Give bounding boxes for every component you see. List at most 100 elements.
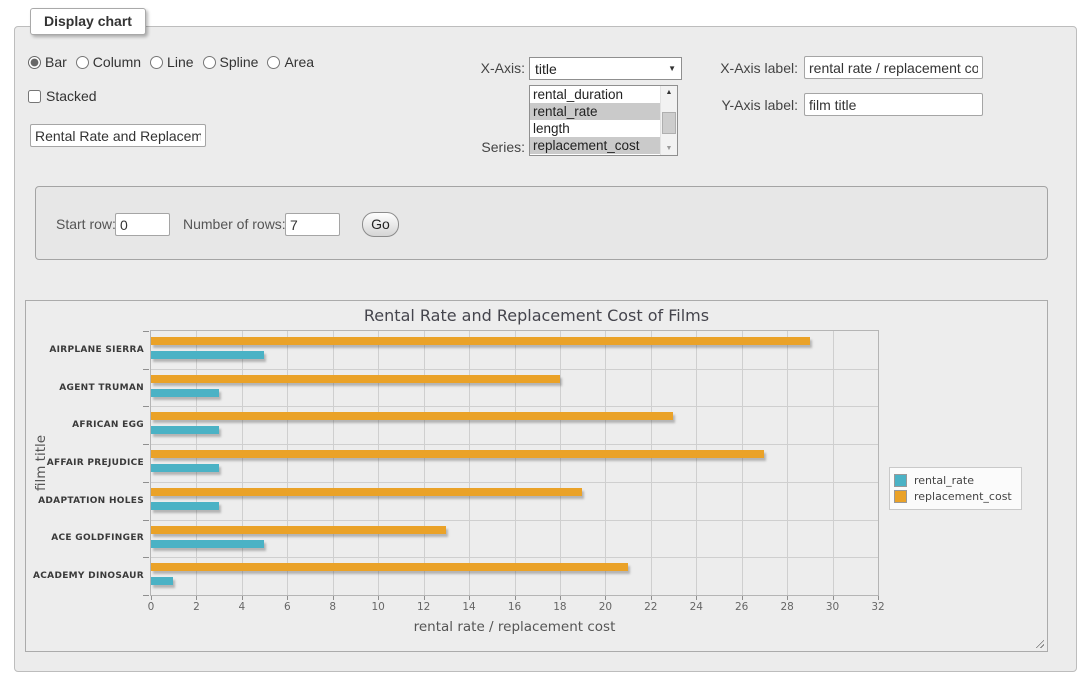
gridline-h: [151, 520, 878, 521]
x-tick-mark: [651, 596, 652, 600]
go-button[interactable]: Go: [362, 212, 399, 237]
x-tick-label: 24: [681, 601, 711, 613]
series-option-rental_duration[interactable]: rental_duration: [530, 86, 660, 103]
radio-column[interactable]: [76, 56, 89, 69]
x-tick-mark: [242, 596, 243, 600]
x-tick-label: 26: [727, 601, 757, 613]
legend-label: replacement_cost: [914, 490, 1012, 503]
series-select-label: Series:: [430, 139, 525, 155]
bar-replacement_cost: [151, 375, 560, 383]
stacked-label: Stacked: [46, 88, 97, 104]
bar-replacement_cost: [151, 412, 673, 420]
gridline-h: [151, 557, 878, 558]
series-option-replacement_cost[interactable]: replacement_cost: [530, 137, 660, 154]
series-option-length[interactable]: length: [530, 120, 660, 137]
radio-area[interactable]: [267, 56, 280, 69]
bar-replacement_cost: [151, 563, 628, 571]
bar-rental_rate: [151, 464, 219, 472]
chart-type-radiogroup: Bar Column Line Spline Area: [28, 54, 314, 70]
scrollbar-thumb[interactable]: [662, 112, 676, 134]
x-tick-label: 6: [272, 601, 302, 613]
radio-label: Area: [284, 54, 314, 70]
y-category-label: AFFAIR PREJUDICE: [26, 458, 144, 468]
legend-label: rental_rate: [914, 474, 974, 487]
radio-line[interactable]: [150, 56, 163, 69]
bar-rental_rate: [151, 426, 219, 434]
chart-type-option-line[interactable]: Line: [150, 54, 193, 70]
fieldset-legend: Display chart: [30, 8, 146, 35]
gridline-v: [333, 331, 334, 595]
y-axis-label-input[interactable]: [804, 93, 983, 116]
radio-bar[interactable]: [28, 56, 41, 69]
stacked-checkbox[interactable]: [28, 90, 41, 103]
scroll-up-icon[interactable]: ▲: [661, 86, 677, 99]
gridline-v: [378, 331, 379, 595]
radio-spline[interactable]: [203, 56, 216, 69]
y-category-label: ADAPTATION HOLES: [26, 496, 144, 506]
legend-item: replacement_cost: [894, 490, 1012, 503]
scroll-down-icon[interactable]: ▼: [661, 142, 677, 155]
x-tick-label: 4: [227, 601, 257, 613]
series-listbox[interactable]: ▲ ▼ rental_durationrental_ratelengthrepl…: [529, 85, 678, 156]
x-tick-mark: [151, 596, 152, 600]
x-tick-label: 20: [590, 601, 620, 613]
chart-type-option-spline[interactable]: Spline: [203, 54, 259, 70]
x-tick-mark: [469, 596, 470, 600]
chart-title: Rental Rate and Replacement Cost of Film…: [26, 306, 1047, 325]
y-tick-mark: [143, 406, 149, 407]
x-tick-label: 16: [500, 601, 530, 613]
chart-title-input[interactable]: [30, 124, 206, 147]
x-tick-mark: [424, 596, 425, 600]
num-rows-label: Number of rows:: [183, 216, 286, 232]
start-row-input[interactable]: [115, 213, 170, 236]
x-tick-label: 0: [136, 601, 166, 613]
y-tick-mark: [143, 444, 149, 445]
bar-rental_rate: [151, 389, 219, 397]
x-tick-label: 18: [545, 601, 575, 613]
x-axis-select[interactable]: title ▼: [529, 57, 682, 80]
gridline-v: [560, 331, 561, 595]
y-tick-mark: [143, 520, 149, 521]
x-tick-label: 32: [863, 601, 893, 613]
bar-replacement_cost: [151, 526, 446, 534]
x-tick-mark: [333, 596, 334, 600]
listbox-scrollbar[interactable]: ▲ ▼: [660, 86, 677, 155]
num-rows-input[interactable]: [285, 213, 340, 236]
x-axis-label-input[interactable]: [804, 56, 983, 79]
resize-handle-icon[interactable]: [1033, 637, 1044, 648]
stacked-checkbox-row[interactable]: Stacked: [28, 88, 97, 104]
gridline-v: [833, 331, 834, 595]
gridline-v: [742, 331, 743, 595]
chart-type-option-area[interactable]: Area: [267, 54, 314, 70]
x-axis-title: rental rate / replacement cost: [151, 619, 878, 635]
radio-label: Line: [167, 54, 193, 70]
gridline-v: [287, 331, 288, 595]
x-tick-mark: [196, 596, 197, 600]
radio-label: Column: [93, 54, 141, 70]
x-axis-select-label: X-Axis:: [430, 60, 525, 76]
x-tick-mark: [742, 596, 743, 600]
x-tick-label: 22: [636, 601, 666, 613]
chart-type-option-bar[interactable]: Bar: [28, 54, 67, 70]
x-tick-mark: [878, 596, 879, 600]
gridline-v: [469, 331, 470, 595]
start-row-label: Start row:: [56, 216, 116, 232]
bar-rental_rate: [151, 502, 219, 510]
gridline-h: [151, 444, 878, 445]
chart-type-option-column[interactable]: Column: [76, 54, 141, 70]
x-tick-mark: [833, 596, 834, 600]
y-tick-mark: [143, 331, 149, 332]
plot-grid: [150, 330, 879, 596]
x-tick-mark: [287, 596, 288, 600]
gridline-v: [515, 331, 516, 595]
bar-rental_rate: [151, 577, 173, 585]
x-tick-label: 30: [818, 601, 848, 613]
legend-item: rental_rate: [894, 474, 1012, 487]
chart-legend: rental_rate replacement_cost: [889, 467, 1022, 510]
series-option-rental_rate[interactable]: rental_rate: [530, 103, 660, 120]
y-tick-mark: [143, 369, 149, 370]
y-axis-label-caption: Y-Axis label:: [700, 97, 798, 113]
x-tick-label: 2: [181, 601, 211, 613]
gridline-v: [651, 331, 652, 595]
gridline-h: [151, 406, 878, 407]
